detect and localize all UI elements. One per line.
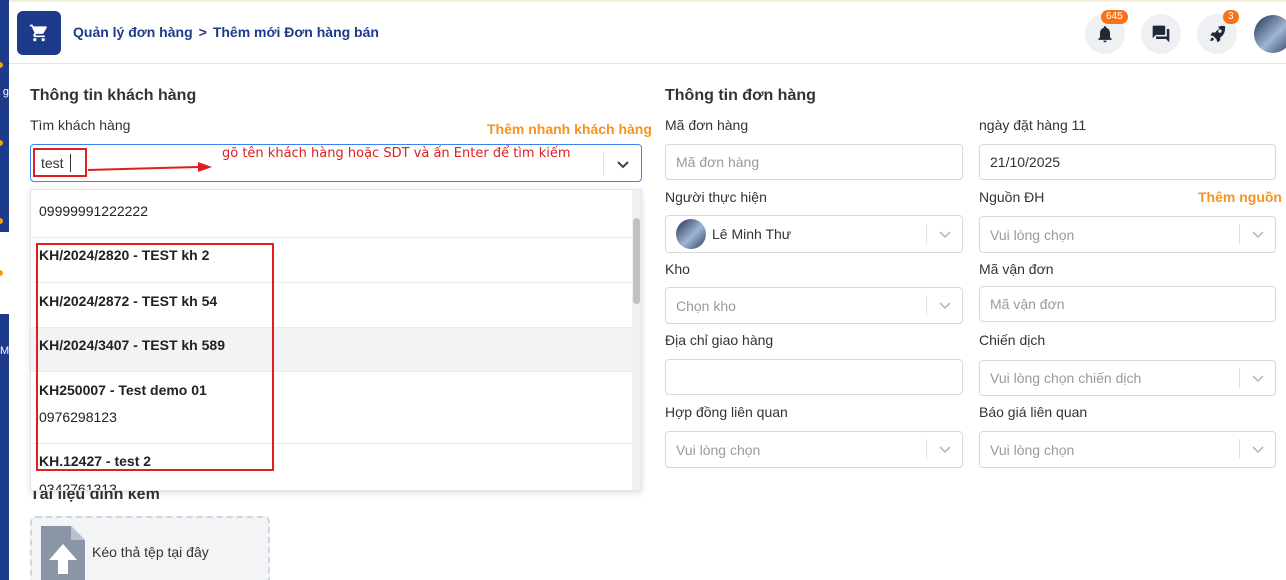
bell-icon [1098, 26, 1112, 43]
customer-phone: 0342761313 [39, 481, 117, 491]
sidebar: g M [0, 0, 9, 580]
order-section-title: Thông tin đơn hàng [665, 87, 816, 104]
annotation-text: gõ tên khách hàng hoặc SDT và ấn Enter đ… [222, 146, 571, 161]
breadcrumb-separator: > [198, 24, 207, 40]
search-customer-label: Tìm khách hàng [30, 117, 131, 133]
warehouse-select[interactable]: Chọn kho [665, 287, 963, 324]
quote-placeholder: Vui lòng chọn [990, 441, 1075, 458]
drop-zone-text: Kéo thả tệp tại đây [92, 544, 209, 560]
dropdown-scrollbar[interactable] [632, 190, 641, 490]
address-label: Địa chỉ giao hàng [665, 332, 774, 348]
campaign-select[interactable]: Vui lòng chọn chiến dịch [979, 360, 1276, 396]
breadcrumb: Quản lý đơn hàng > Thêm mới Đơn hàng bán [73, 24, 379, 40]
customer-phone: 09999991222222 [39, 203, 149, 219]
chevron-down-icon[interactable] [926, 224, 962, 244]
chat-button[interactable] [1141, 14, 1181, 54]
order-date-label: ngày đặt hàng 11 [979, 117, 1087, 133]
source-placeholder: Vui lòng chọn [990, 226, 1075, 243]
campaign-placeholder: Vui lòng chọn chiến dịch [990, 370, 1142, 386]
rocket-badge: 3 [1223, 10, 1239, 24]
rocket-icon [1210, 25, 1226, 43]
source-label: Nguồn ĐH [979, 189, 1045, 205]
quick-add-customer-link[interactable]: Thêm nhanh khách hàng [487, 121, 652, 137]
upload-file-icon [41, 526, 85, 580]
contract-select[interactable]: Vui lòng chọn [665, 431, 963, 468]
chevron-down-icon[interactable] [1239, 439, 1275, 459]
breadcrumb-current: Thêm mới Đơn hàng bán [212, 24, 379, 40]
rocket-button[interactable]: 3 [1197, 10, 1239, 54]
notification-badge: 645 [1101, 10, 1128, 24]
source-select[interactable]: Vui lòng chọn [979, 216, 1276, 253]
tracking-placeholder: Mã vận đơn [990, 296, 1065, 312]
sidebar-letter[interactable]: M [0, 345, 9, 357]
tracking-input[interactable]: Mã vận đơn [979, 286, 1276, 322]
user-avatar[interactable] [1254, 15, 1286, 53]
annotation-box-search [33, 148, 87, 177]
cart-menu-button[interactable] [17, 11, 61, 55]
annotation-arrow [88, 162, 212, 172]
breadcrumb-parent[interactable]: Quản lý đơn hàng [73, 24, 193, 40]
order-date-input[interactable]: 21/10/2025 [979, 144, 1276, 180]
order-code-label: Mã đơn hàng [665, 117, 749, 133]
order-code-input[interactable]: Mã đơn hàng [665, 144, 963, 180]
top-header: Quản lý đơn hàng > Thêm mới Đơn hàng bán… [9, 0, 1286, 64]
customer-section-title: Thông tin khách hàng [30, 87, 197, 104]
chat-icon [1152, 25, 1170, 43]
assignee-value: Lê Minh Thư [712, 226, 792, 242]
sidebar-dot [0, 140, 3, 146]
chevron-down-icon[interactable] [926, 439, 962, 459]
add-source-link[interactable]: Thêm nguồn [1198, 189, 1282, 205]
notification-button[interactable]: 645 [1085, 10, 1128, 54]
tracking-label: Mã vận đơn [979, 261, 1054, 277]
scrollbar-thumb[interactable] [633, 218, 640, 304]
sidebar-letter[interactable]: g [0, 86, 9, 98]
chevron-down-icon[interactable] [926, 295, 962, 315]
assignee-label: Người thực hiện [665, 189, 767, 205]
cart-icon [29, 24, 47, 42]
address-input[interactable] [665, 359, 963, 395]
annotation-box-results [36, 243, 274, 471]
quote-label: Báo giá liên quan [979, 404, 1088, 420]
order-date-value: 21/10/2025 [990, 154, 1061, 170]
contract-label: Hợp đồng liên quan [665, 404, 788, 420]
assignee-avatar [676, 219, 706, 249]
contract-placeholder: Vui lòng chọn [676, 441, 761, 458]
sidebar-dot [0, 218, 3, 224]
warehouse-label: Kho [665, 261, 690, 277]
file-drop-zone[interactable]: Kéo thả tệp tại đây [30, 516, 270, 580]
campaign-label: Chiến dịch [979, 332, 1046, 348]
assignee-select[interactable]: Lê Minh Thư [665, 215, 963, 253]
order-code-placeholder: Mã đơn hàng [676, 154, 760, 170]
chevron-down-icon[interactable] [1239, 368, 1275, 388]
warehouse-placeholder: Chọn kho [676, 297, 736, 314]
chevron-down-icon[interactable] [1239, 224, 1275, 244]
quote-select[interactable]: Vui lòng chọn [979, 431, 1276, 468]
list-item[interactable]: 09999991222222 [31, 190, 634, 238]
sidebar-dot [0, 62, 3, 68]
chevron-down-icon[interactable] [603, 153, 641, 175]
